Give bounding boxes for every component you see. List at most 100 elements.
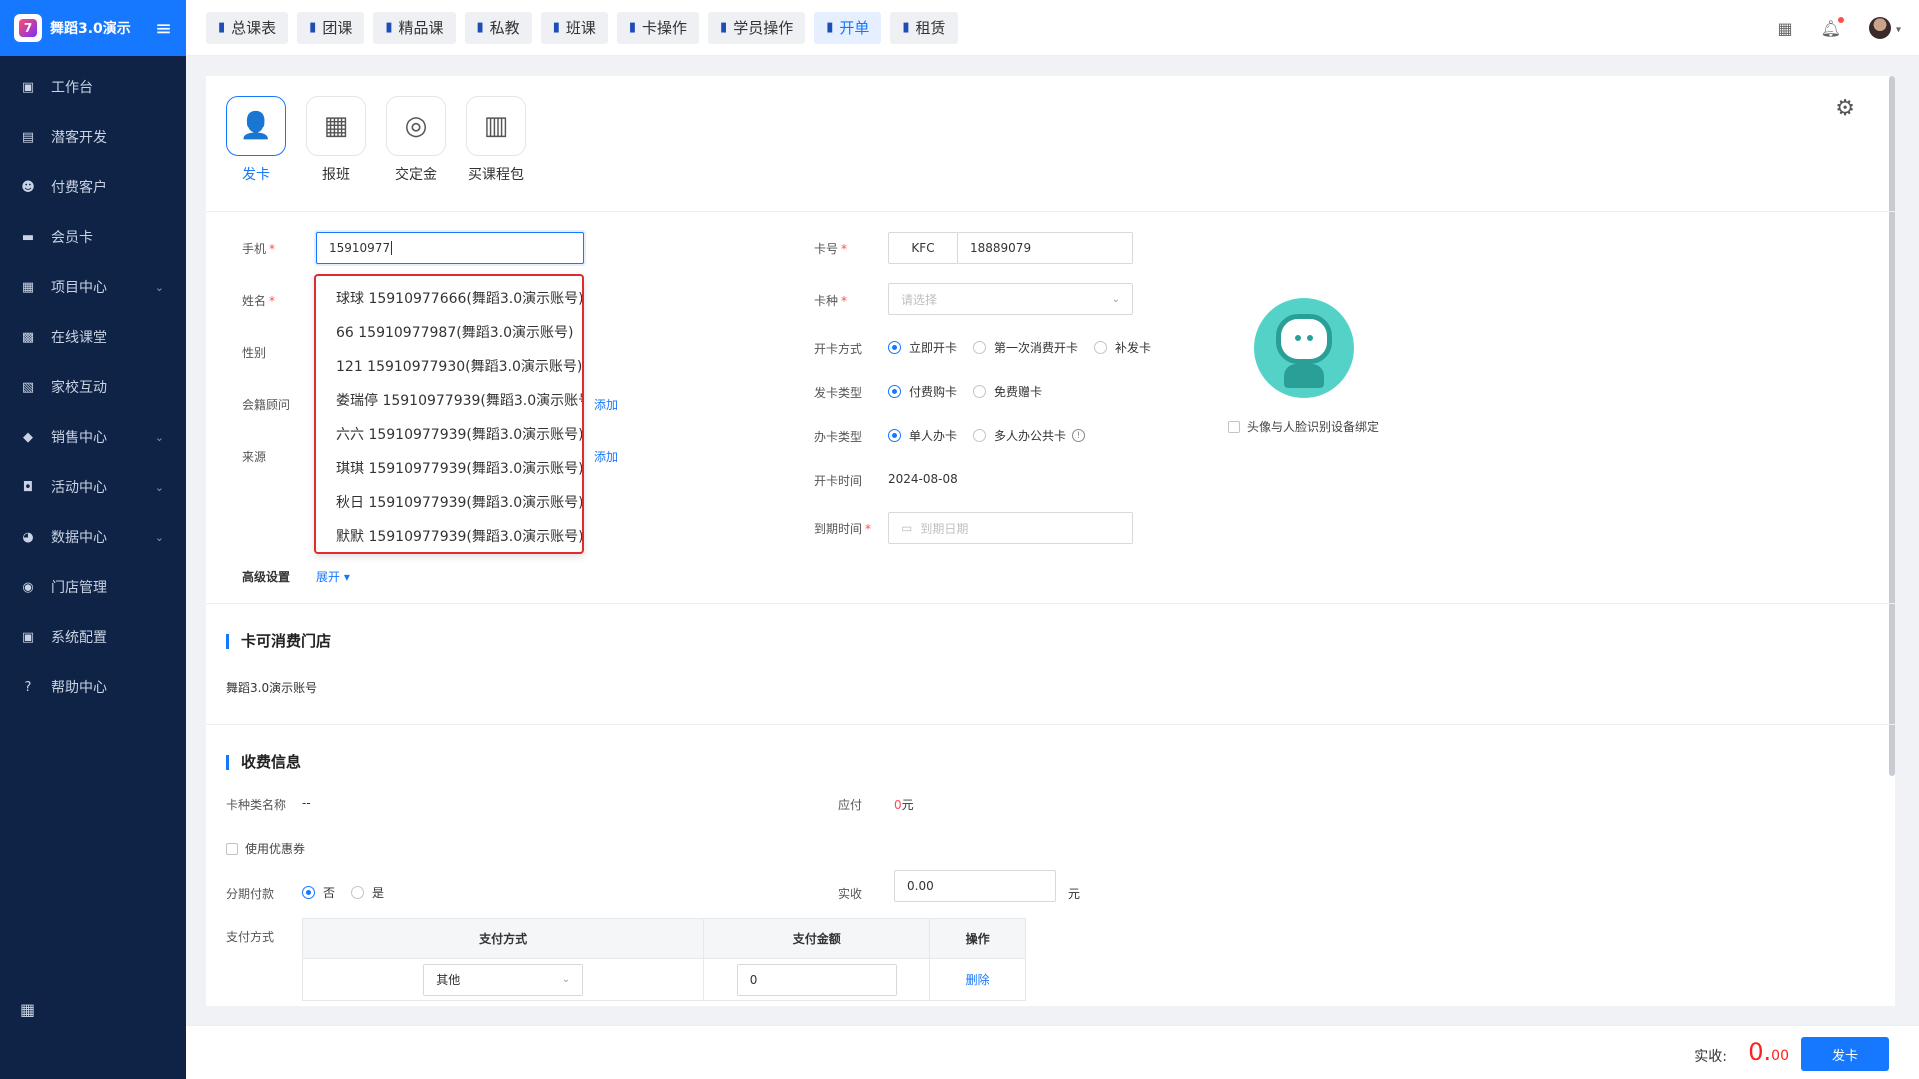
top-tab[interactable]: ▮ 学员操作 xyxy=(708,11,806,44)
top-tab[interactable]: ▮ 私教 xyxy=(464,11,532,44)
radio-option[interactable]: 单人办卡 xyxy=(888,427,957,444)
order-type-option[interactable]: ▦ 报班 xyxy=(306,96,366,184)
suggestion-item[interactable]: 默默 15910977939(舞蹈3.0演示账号) xyxy=(316,520,582,554)
radio-option[interactable]: 立即开卡 xyxy=(888,339,957,356)
issue-card-button[interactable]: 发卡 xyxy=(1801,1037,1889,1071)
radio-dot xyxy=(973,429,987,442)
coupon-checkbox[interactable]: 使用优惠券 xyxy=(226,840,305,857)
radio-option[interactable]: 补发卡 xyxy=(1094,339,1151,356)
stores-section-title: 卡可消费门店 xyxy=(226,634,331,649)
sidebar-item-label: 项目中心 xyxy=(51,280,107,296)
handle-type-label: 办卡类型 xyxy=(814,430,863,444)
add-source-link[interactable]: 添加 xyxy=(594,448,618,465)
face-bind-checkbox[interactable]: 头像与人脸识别设备绑定 xyxy=(1228,418,1379,435)
card-number-input[interactable]: 18889079 xyxy=(957,232,1133,264)
installment-radios: 否是 xyxy=(302,884,400,901)
scrollbar[interactable] xyxy=(1889,76,1895,776)
radio-dot xyxy=(888,429,901,442)
bell-icon[interactable]: 🔔︎ xyxy=(1821,16,1844,38)
payment-amount-input[interactable]: 0 xyxy=(736,963,897,996)
suggestion-item[interactable]: 66 15910977987(舞蹈3.0演示账号) xyxy=(316,316,582,350)
sidebar-item[interactable]: ◉ 门店管理 xyxy=(0,562,186,612)
radio-option[interactable]: 第一次消费开卡 xyxy=(973,339,1078,356)
divider xyxy=(206,724,1895,725)
sidebar-header: 7 舞蹈3.0演示 ≡ xyxy=(0,0,186,56)
sidebar-item[interactable]: ▧ 家校互动 xyxy=(0,362,186,412)
sidebar-item-label: 帮助中心 xyxy=(51,680,107,696)
radio-option[interactable]: 免费赠卡 xyxy=(973,383,1042,400)
order-type-option[interactable]: 👤 发卡 xyxy=(226,96,286,184)
radio-option[interactable]: 是 xyxy=(351,884,384,901)
radio-option[interactable]: 多人办公共卡 xyxy=(973,427,1066,444)
menu-toggle-icon[interactable]: ≡ xyxy=(155,16,172,40)
tab-icon: ▮ xyxy=(385,20,393,35)
sidebar-item[interactable]: ▤ 潜客开发 xyxy=(0,112,186,162)
open-time-label: 开卡时间 xyxy=(814,474,863,488)
top-tab[interactable]: ▮ 班课 xyxy=(540,11,608,44)
sidebar-item[interactable]: ◘ 活动中心 ⌄ xyxy=(0,462,186,512)
received-input[interactable]: 0.00 xyxy=(894,870,1056,902)
interaction-icon: ▧ xyxy=(21,379,35,395)
delete-row-link[interactable]: 删除 xyxy=(966,973,990,987)
sidebar-item[interactable]: ▬ 会员卡 xyxy=(0,212,186,262)
order-type-icon: ◎ xyxy=(386,96,446,156)
help-icon: ? xyxy=(24,679,32,695)
radio-dot xyxy=(302,886,315,899)
face-avatar-image[interactable] xyxy=(1254,298,1354,398)
qrcode-icon[interactable]: ▦ xyxy=(1777,19,1792,38)
top-tab[interactable]: ▮ 租赁 xyxy=(890,11,958,44)
tab-icon: ▮ xyxy=(476,20,484,35)
user-menu[interactable]: ▾ xyxy=(1868,17,1901,39)
expire-date-input[interactable]: ▭ 到期日期 xyxy=(888,512,1133,544)
radio-option[interactable]: 否 xyxy=(302,884,335,901)
sales-icon: ◆ xyxy=(23,429,33,445)
open-mode-radios: 立即开卡 第一次消费开卡 补发卡 xyxy=(888,339,1167,356)
top-tab[interactable]: ▮ 精品课 xyxy=(373,11,456,44)
order-type-icon: 👤 xyxy=(226,96,286,156)
radio-dot xyxy=(888,341,901,354)
sidebar-item[interactable]: ☻ 付费客户 xyxy=(0,162,186,212)
settings-icon: ▣ xyxy=(21,629,35,645)
sidebar-item[interactable]: ◕ 数据中心 ⌄ xyxy=(0,512,186,562)
suggestion-item[interactable]: 121 15910977930(舞蹈3.0演示账号) xyxy=(316,350,582,384)
apps-grid-icon[interactable]: ▦ xyxy=(20,1000,35,1019)
installment-label: 分期付款 xyxy=(226,887,275,901)
sidebar-item[interactable]: ▩ 在线课堂 xyxy=(0,312,186,362)
top-tab[interactable]: ▮ 卡操作 xyxy=(616,11,700,44)
tab-icon: ▮ xyxy=(902,20,910,35)
info-icon[interactable]: ! xyxy=(1072,429,1086,442)
order-type-label: 交定金 xyxy=(395,167,437,183)
payment-method-select[interactable]: 其他 ⌄ xyxy=(423,963,584,996)
top-tab[interactable]: ▮ 总课表 xyxy=(206,11,289,44)
suggestion-item[interactable]: 球球 15910977666(舞蹈3.0演示账号) xyxy=(316,282,582,316)
order-type-option[interactable]: ▥ 买课程包 xyxy=(466,96,526,184)
suggestion-item[interactable]: 六六 15910977939(舞蹈3.0演示账号) xyxy=(316,418,582,452)
suggestion-item[interactable]: 娄瑞停 15910977939(舞蹈3.0演示账号) xyxy=(316,384,582,418)
open-time-value: 2024-08-08 xyxy=(888,472,958,486)
app-brand: 舞蹈3.0演示 xyxy=(50,21,131,37)
top-tab[interactable]: ▮ 团课 xyxy=(297,11,365,44)
radio-option[interactable]: 付费购卡 xyxy=(888,383,957,400)
sidebar-item[interactable]: ? 帮助中心 xyxy=(0,662,186,712)
sidebar-item-label: 家校互动 xyxy=(51,380,107,396)
app-logo: 7 xyxy=(14,14,42,42)
sidebar-item[interactable]: ◆ 销售中心 ⌄ xyxy=(0,412,186,462)
card-type-select[interactable]: 请选择 ⌄ xyxy=(888,283,1133,315)
suggestion-item[interactable]: 秋日 15910977939(舞蹈3.0演示账号) xyxy=(316,486,582,520)
tab-label: 班课 xyxy=(565,19,596,37)
sidebar-item[interactable]: ▣ 系统配置 xyxy=(0,612,186,662)
divider xyxy=(206,211,1895,212)
order-type-option[interactable]: ◎ 交定金 xyxy=(386,96,446,184)
phone-input[interactable]: 15910977 xyxy=(316,232,584,264)
sidebar-item[interactable]: ▣ 工作台 xyxy=(0,62,186,112)
order-type-selector: 👤 发卡 ▦ 报班 ◎ 交定金 ▥ 买课程包 xyxy=(226,96,526,184)
radio-label: 多人办公共卡 xyxy=(994,429,1067,443)
add-advisor-link[interactable]: 添加 xyxy=(594,396,618,413)
gear-icon[interactable]: ⚙ xyxy=(1835,96,1855,121)
customers-icon: ☻ xyxy=(21,179,35,195)
top-tab[interactable]: ▮ 开单 xyxy=(814,11,882,44)
sidebar-item[interactable]: ▦ 项目中心 ⌄ xyxy=(0,262,186,312)
expand-link[interactable]: 展开 ▾ xyxy=(316,568,350,585)
suggestion-item[interactable]: 琪琪 15910977939(舞蹈3.0演示账号) xyxy=(316,452,582,486)
table-row: 其他 ⌄ 0 删除 xyxy=(301,958,1026,1001)
